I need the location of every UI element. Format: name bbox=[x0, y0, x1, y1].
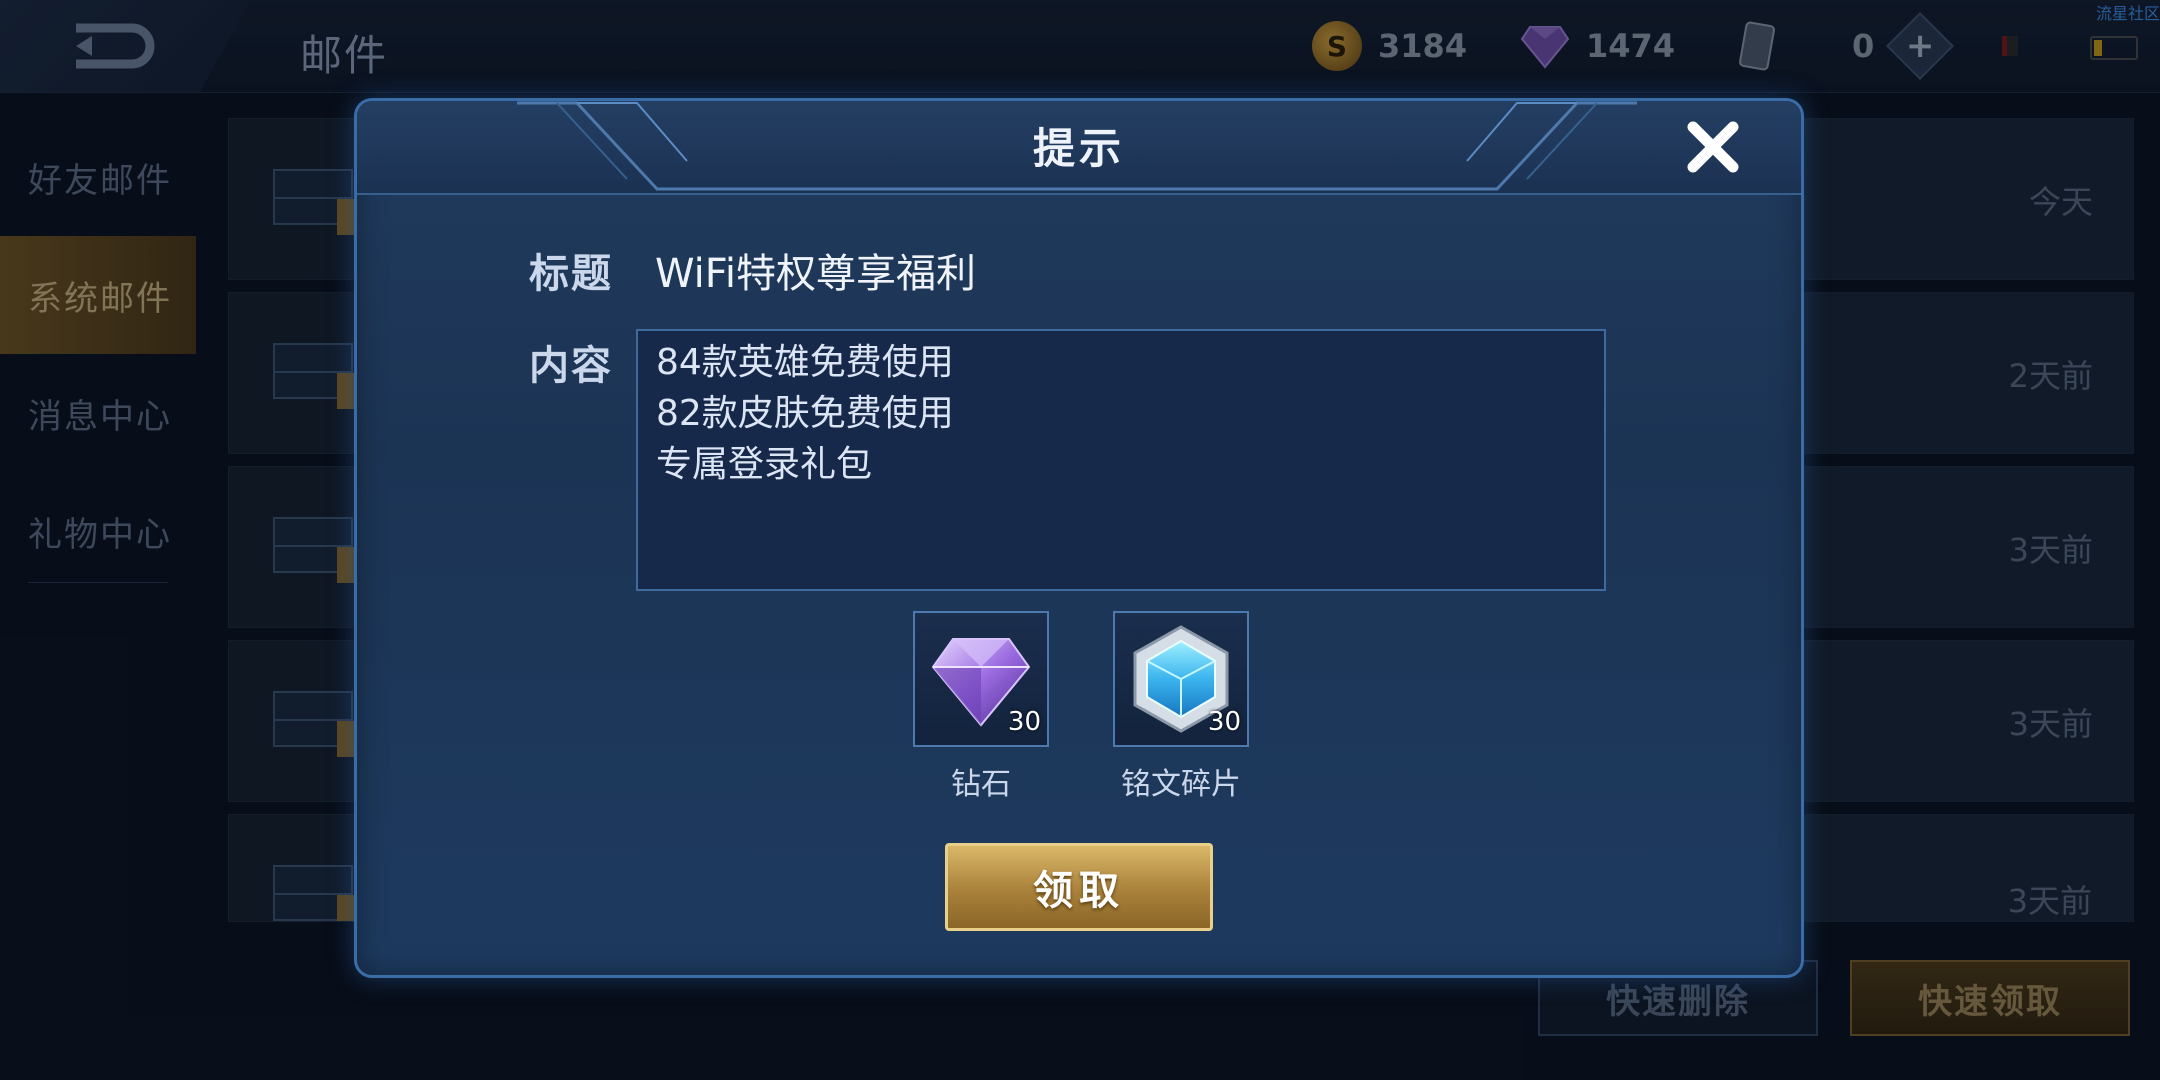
reward-quantity: 30 bbox=[1007, 707, 1041, 737]
claim-button[interactable]: 领取 bbox=[945, 843, 1213, 931]
reward-quantity: 30 bbox=[1207, 707, 1241, 737]
close-button[interactable] bbox=[1683, 117, 1743, 177]
content-line: 专属登录礼包 bbox=[656, 444, 873, 485]
content-label: 内容 bbox=[529, 343, 613, 389]
mail-detail-dialog: 提示 标题 WiFi特权尊享福利 内容 84款英雄免费使用 82款皮肤免费使用 … bbox=[354, 98, 1804, 978]
content-line: 82款皮肤免费使用 bbox=[656, 393, 954, 434]
reward-item-diamond[interactable]: 30 钻石 bbox=[913, 611, 1049, 803]
subject-value: WiFi特权尊享福利 bbox=[655, 251, 976, 297]
content-box: 84款英雄免费使用 82款皮肤免费使用 专属登录礼包 bbox=[636, 329, 1606, 591]
subject-label: 标题 bbox=[529, 251, 613, 297]
reward-slot: 30 bbox=[1113, 611, 1249, 747]
dialog-title: 提示 bbox=[1032, 124, 1125, 173]
reward-slot: 30 bbox=[913, 611, 1049, 747]
close-icon bbox=[1687, 121, 1739, 173]
reward-name: 钻石 bbox=[951, 767, 1011, 802]
content-line: 84款英雄免费使用 bbox=[656, 342, 954, 383]
reward-item-inscription-shard[interactable]: 30 铭文碎片 bbox=[1113, 611, 1249, 803]
reward-name: 铭文碎片 bbox=[1121, 767, 1241, 802]
